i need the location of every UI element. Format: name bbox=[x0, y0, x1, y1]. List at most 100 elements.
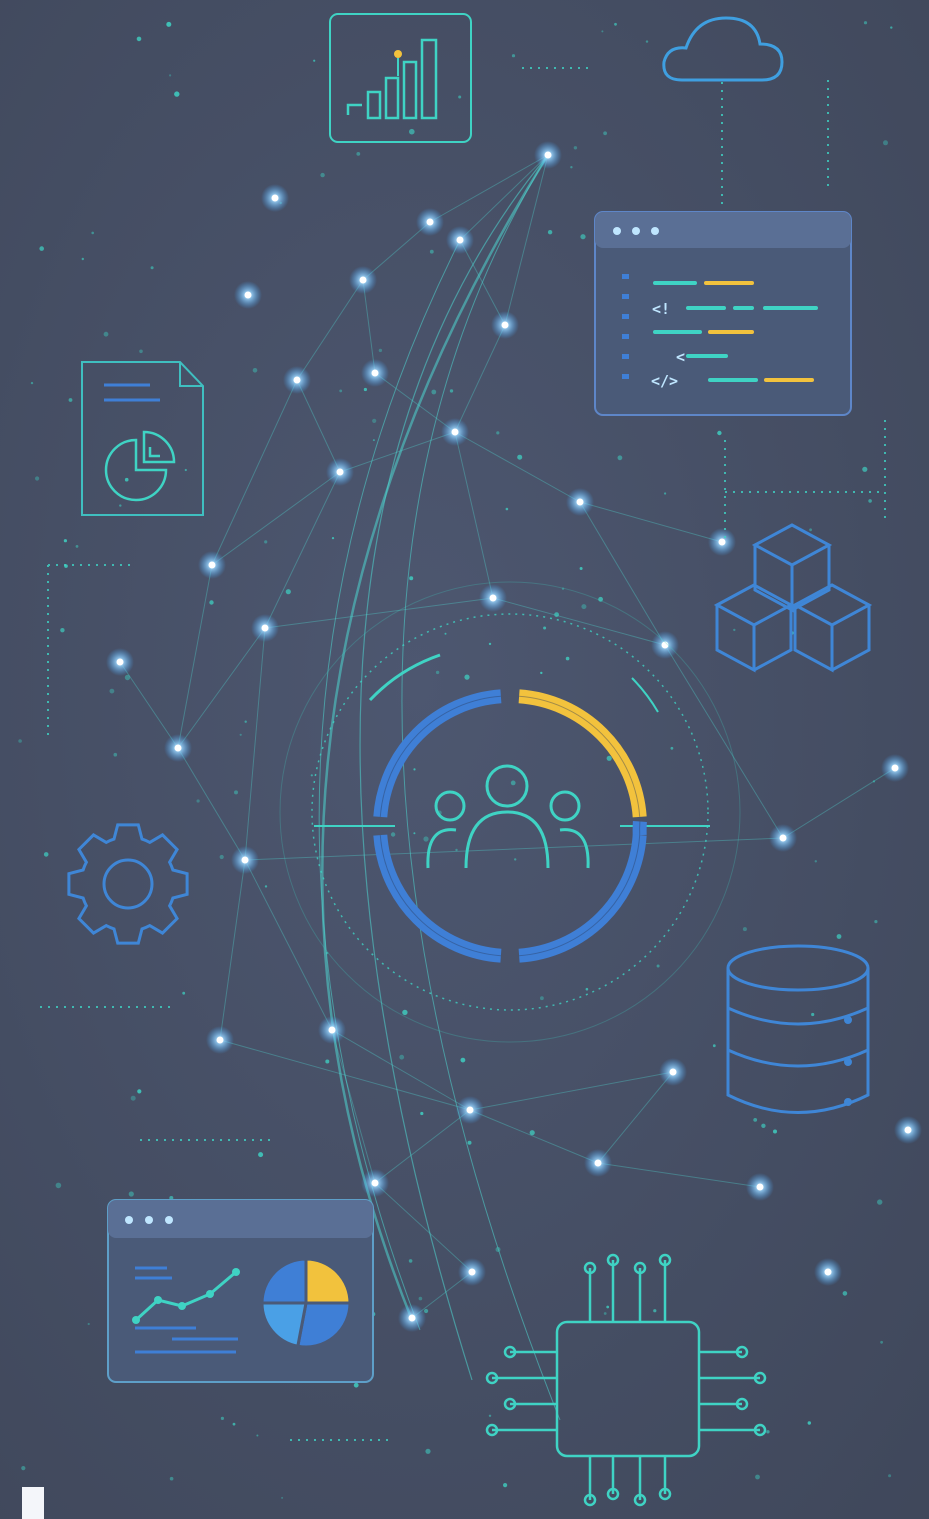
network-dot bbox=[540, 671, 543, 675]
glow-node-core bbox=[904, 1126, 912, 1134]
network-dot bbox=[883, 140, 888, 146]
network-dot bbox=[390, 832, 396, 837]
network-dot bbox=[836, 934, 842, 939]
glow-node-core bbox=[718, 538, 726, 546]
network-dot bbox=[877, 1199, 883, 1205]
network-dot bbox=[811, 1012, 815, 1017]
network-dot bbox=[232, 1422, 236, 1426]
network-dot bbox=[55, 1182, 62, 1189]
network-dot bbox=[124, 674, 131, 681]
network-dot bbox=[408, 1259, 413, 1263]
network-dot bbox=[150, 266, 154, 270]
network-dot bbox=[653, 1309, 657, 1313]
network-dot bbox=[18, 739, 22, 743]
network-dot bbox=[339, 389, 343, 393]
network-dot bbox=[617, 455, 623, 461]
network-dot bbox=[258, 1152, 264, 1158]
network-dot bbox=[169, 74, 172, 77]
glow-node-core bbox=[594, 1159, 602, 1167]
network-dot bbox=[645, 40, 649, 43]
network-dot bbox=[60, 628, 65, 633]
network-dot bbox=[136, 36, 142, 42]
glow-node-core bbox=[371, 369, 379, 377]
network-dot bbox=[43, 852, 49, 857]
glow-node-core bbox=[544, 151, 552, 159]
network-dot bbox=[547, 230, 553, 235]
network-dot bbox=[517, 454, 523, 460]
network-dot bbox=[496, 431, 500, 435]
network-dot bbox=[429, 249, 434, 254]
network-dot bbox=[742, 927, 747, 932]
network-dot bbox=[91, 231, 94, 235]
dashboard-window-icon bbox=[107, 1199, 374, 1383]
network-dot bbox=[529, 1130, 535, 1136]
network-dot bbox=[868, 499, 872, 503]
glow-node-core bbox=[576, 498, 584, 506]
glow-node-core bbox=[271, 194, 279, 202]
network-dot bbox=[505, 507, 509, 511]
network-dot bbox=[264, 540, 268, 544]
code-tag-lt: < bbox=[676, 348, 685, 366]
code-tag-code: </> bbox=[651, 372, 678, 390]
glow-node-core bbox=[208, 561, 216, 569]
network-dot bbox=[184, 468, 187, 472]
glow-node-core bbox=[293, 376, 301, 384]
network-dot bbox=[601, 30, 604, 33]
network-dot bbox=[166, 21, 172, 27]
network-dot bbox=[543, 626, 547, 630]
glow-node-core bbox=[336, 468, 344, 476]
network-dot bbox=[603, 1312, 607, 1315]
network-dot bbox=[603, 131, 607, 136]
network-dot bbox=[87, 1322, 90, 1326]
glow-node-core bbox=[669, 1068, 677, 1076]
network-dot bbox=[890, 26, 893, 29]
glow-node-core bbox=[489, 594, 497, 602]
network-dot bbox=[814, 860, 817, 863]
network-dot bbox=[169, 1476, 174, 1481]
network-dot bbox=[766, 1430, 770, 1434]
network-dot bbox=[467, 1140, 472, 1145]
glow-node-core bbox=[779, 834, 787, 842]
network-dot bbox=[733, 628, 736, 632]
network-dot bbox=[409, 576, 414, 581]
network-dot bbox=[554, 612, 559, 617]
glow-node-core bbox=[216, 1036, 224, 1044]
network-dot bbox=[418, 1296, 423, 1301]
network-dot bbox=[773, 1129, 777, 1134]
network-dot bbox=[196, 799, 200, 803]
network-dot bbox=[128, 1191, 134, 1197]
network-dot bbox=[425, 1448, 431, 1454]
glow-node-core bbox=[501, 321, 509, 329]
network-dot bbox=[21, 1466, 26, 1471]
network-dot bbox=[420, 1111, 424, 1116]
glow-node-core bbox=[359, 276, 367, 284]
network-dot bbox=[174, 91, 180, 97]
network-dot bbox=[606, 1305, 610, 1309]
glow-node-core bbox=[116, 658, 124, 666]
dashboard-pie bbox=[260, 1257, 352, 1349]
network-dot bbox=[862, 466, 868, 472]
network-dot bbox=[431, 389, 437, 395]
network-dot bbox=[402, 1009, 408, 1016]
glow-node-core bbox=[261, 624, 269, 632]
network-dot bbox=[353, 1382, 359, 1388]
network-dot bbox=[670, 746, 674, 750]
network-dot bbox=[139, 349, 143, 354]
network-dot bbox=[363, 387, 367, 392]
network-dot bbox=[717, 430, 722, 436]
network-dot bbox=[219, 854, 224, 860]
network-dot bbox=[124, 477, 129, 482]
network-dot bbox=[281, 1496, 284, 1499]
network-dot bbox=[514, 858, 517, 861]
network-dot bbox=[579, 567, 583, 570]
glow-node-core bbox=[244, 291, 252, 299]
network-dot bbox=[503, 1483, 508, 1488]
network-dot bbox=[872, 780, 876, 783]
network-dot bbox=[570, 166, 573, 169]
glow-node-core bbox=[891, 764, 899, 772]
text-cursor-bar bbox=[22, 1487, 44, 1519]
network-dot bbox=[313, 59, 316, 62]
glow-node-core bbox=[456, 236, 464, 244]
network-dot bbox=[137, 1089, 142, 1094]
network-dot bbox=[606, 755, 612, 761]
